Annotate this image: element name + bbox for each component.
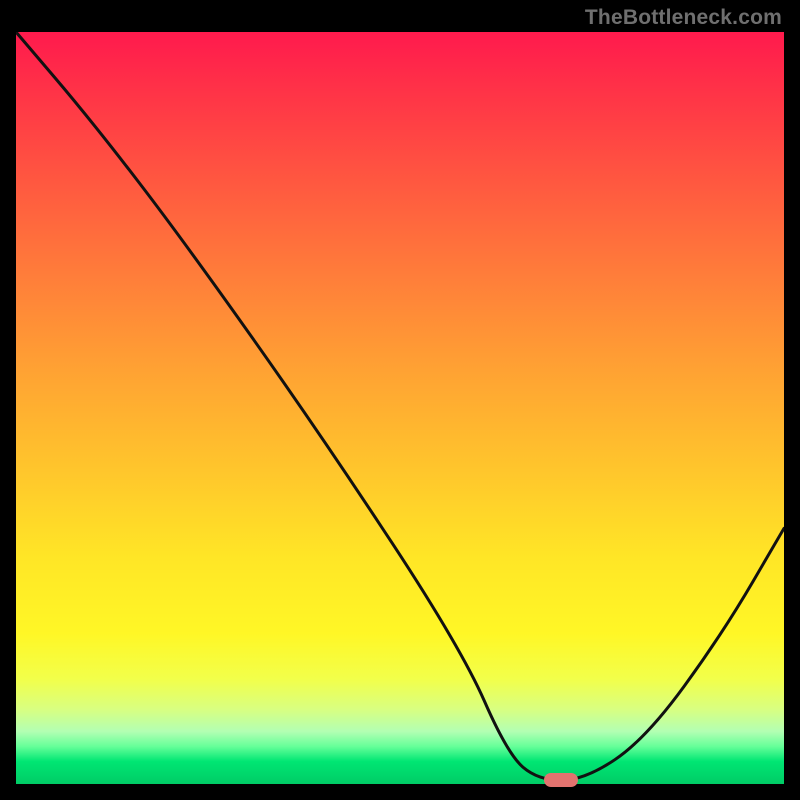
bottleneck-curve-svg [16, 32, 784, 784]
optimal-point-marker [544, 773, 578, 787]
chart-frame [16, 32, 784, 784]
watermark-text: TheBottleneck.com [585, 6, 782, 30]
bottleneck-curve-path [16, 32, 784, 780]
